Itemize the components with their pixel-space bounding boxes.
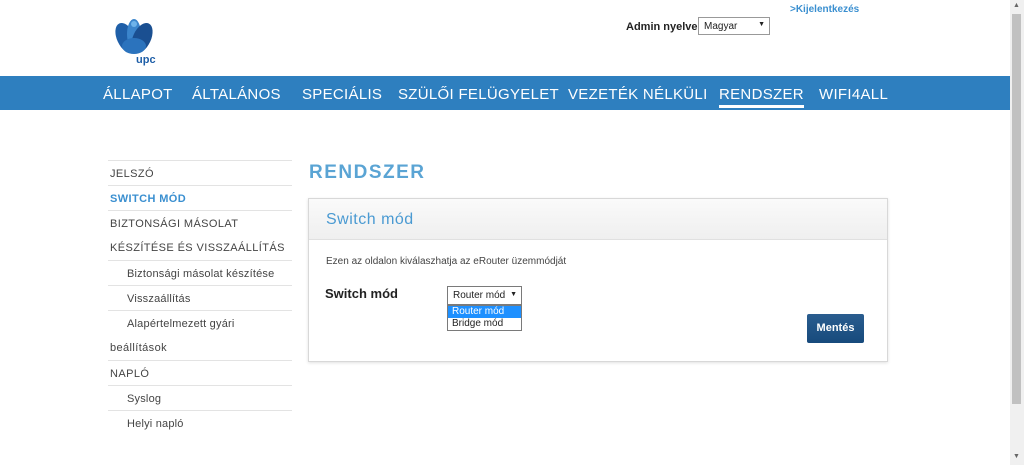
switch-mode-dropdown: Router mód Bridge mód <box>447 305 522 331</box>
sidebar-item-biztonsagi-masolat-cont[interactable]: KÉSZÍTÉSE ÉS VISSZAÁLLÍTÁS <box>108 235 292 260</box>
upc-logo[interactable]: upc <box>106 16 166 68</box>
sidebar-subitem-gyari-beallitasok[interactable]: Alapértelmezett gyári <box>108 310 292 335</box>
nav-item-allapot[interactable]: ÁLLAPOT <box>103 86 173 103</box>
chevron-down-icon: ▼ <box>510 291 517 298</box>
sidebar-subitem-syslog[interactable]: Syslog <box>108 385 292 410</box>
nav-item-rendszer[interactable]: RENDSZER <box>719 86 804 108</box>
logo-text: upc <box>136 54 156 66</box>
switch-mode-label: Switch mód <box>325 286 398 301</box>
upc-swirl-icon <box>115 19 153 54</box>
sidebar-subitem-masolat-keszitese[interactable]: Biztonsági másolat készítése <box>108 260 292 285</box>
sidebar: JELSZÓ SWITCH MÓD BIZTONSÁGI MÁSOLAT KÉS… <box>108 160 292 435</box>
scroll-up-icon[interactable]: ▲ <box>1013 2 1020 9</box>
option-bridge-mod[interactable]: Bridge mód <box>448 318 521 330</box>
sidebar-item-biztonsagi-masolat[interactable]: BIZTONSÁGI MÁSOLAT <box>108 210 292 235</box>
page-title: RENDSZER <box>309 162 426 183</box>
scrollbar-thumb[interactable] <box>1012 14 1021 404</box>
logout-link[interactable]: >Kijelentkezés <box>790 4 859 15</box>
nav-item-vezetek-nelkuli[interactable]: VEZETÉK NÉLKÜLI <box>568 86 708 103</box>
header: upc >Kijelentkezés Admin nyelve Magyar ▼ <box>0 0 1010 76</box>
main-nav: ÁLLAPOT ÁLTALÁNOS SPECIÁLIS SZÜLŐI FELÜG… <box>0 76 1010 110</box>
panel-description: Ezen az oldalon kiválaszhatja az eRouter… <box>326 256 567 267</box>
chevron-down-icon: ▼ <box>758 21 765 28</box>
language-label: Admin nyelve <box>626 21 698 33</box>
switch-mode-value: Router mód <box>453 290 506 301</box>
scroll-down-icon[interactable]: ▼ <box>1013 453 1020 460</box>
sidebar-subitem-gyari-beallitasok-cont[interactable]: beállítások <box>108 335 292 360</box>
switch-mode-panel: Switch mód Ezen az oldalon kiválaszhatja… <box>308 198 888 362</box>
sidebar-item-naplo[interactable]: NAPLÓ <box>108 360 292 385</box>
nav-item-specialis[interactable]: SPECIÁLIS <box>302 86 382 103</box>
nav-item-wifi4all[interactable]: WIFI4ALL <box>819 86 888 103</box>
nav-item-altalanos[interactable]: ÁLTALÁNOS <box>192 86 281 103</box>
language-value: Magyar <box>704 21 738 32</box>
sidebar-item-switch-mod[interactable]: SWITCH MÓD <box>108 185 292 210</box>
sidebar-item-jelszo[interactable]: JELSZÓ <box>108 160 292 185</box>
save-button[interactable]: Mentés <box>807 314 864 343</box>
sidebar-subitem-visszaallitas[interactable]: Visszaállítás <box>108 285 292 310</box>
language-select[interactable]: Magyar ▼ <box>698 17 770 35</box>
sidebar-subitem-helyi-naplo[interactable]: Helyi napló <box>108 410 292 435</box>
switch-mode-select[interactable]: Router mód ▼ <box>447 286 522 305</box>
option-router-mod[interactable]: Router mód <box>448 306 521 318</box>
nav-item-szuloi-felugyelet[interactable]: SZÜLŐI FELÜGYELET <box>398 86 559 103</box>
panel-title: Switch mód <box>326 211 414 228</box>
